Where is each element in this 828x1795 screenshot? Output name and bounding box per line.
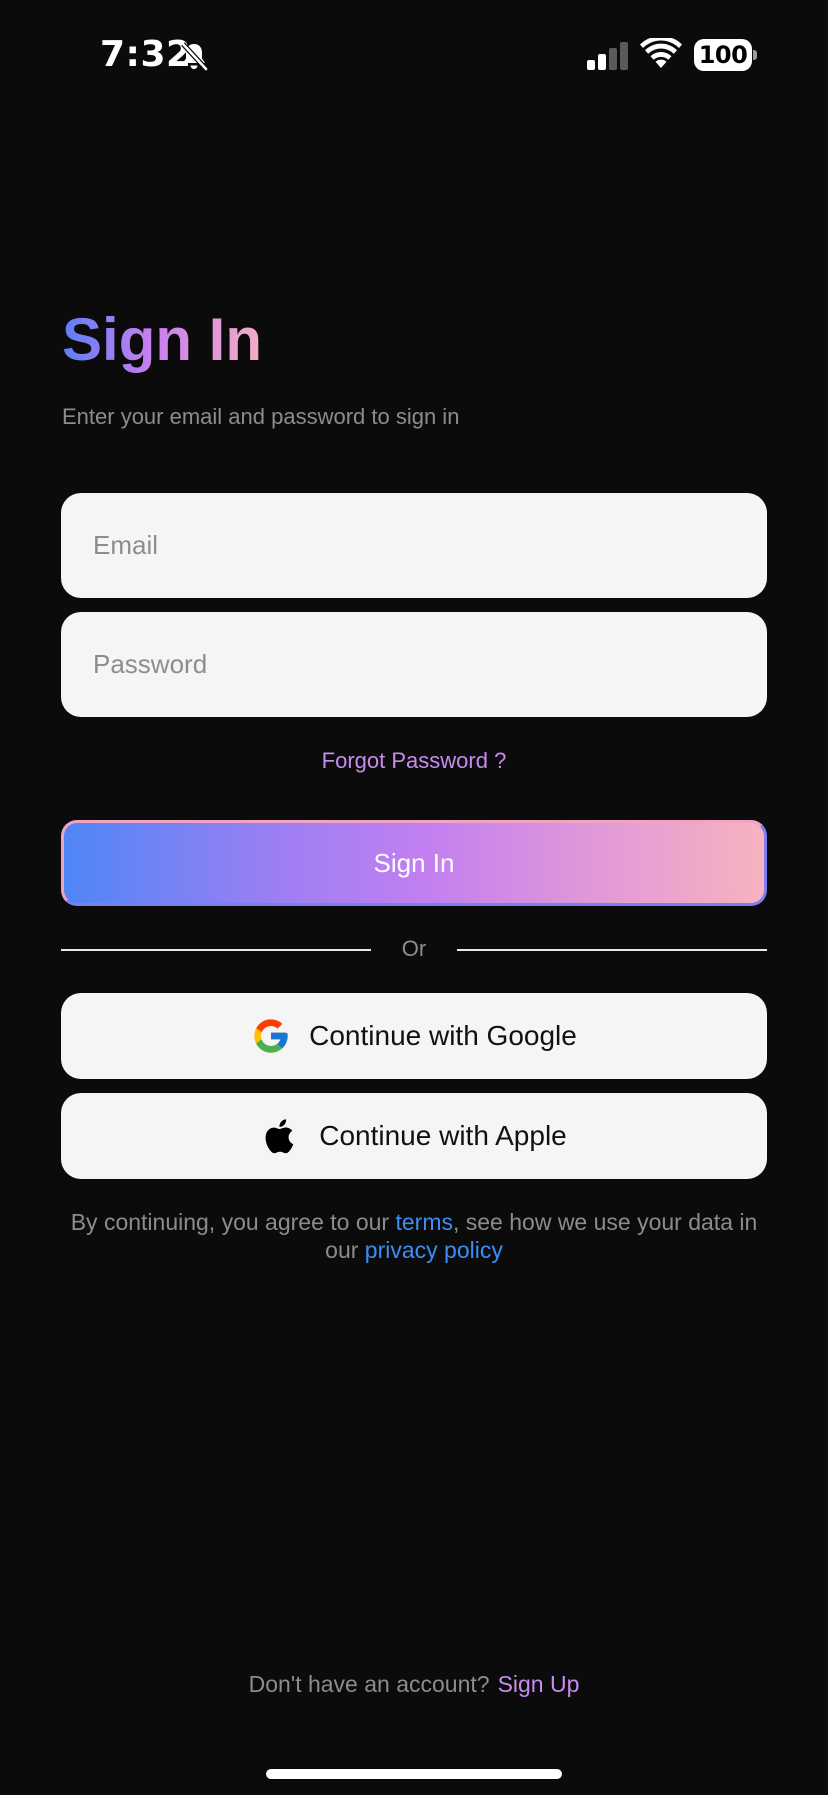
signup-prompt: Don't have an account? Sign Up bbox=[0, 1671, 828, 1698]
continue-with-google-button[interactable]: Continue with Google bbox=[61, 993, 767, 1079]
cellular-signal-icon bbox=[587, 42, 628, 70]
forgot-password-link[interactable]: Forgot Password ? bbox=[0, 748, 828, 774]
page-subtitle: Enter your email and password to sign in bbox=[62, 404, 460, 429]
apple-button-label: Continue with Apple bbox=[319, 1120, 567, 1151]
or-divider: Or bbox=[61, 934, 767, 964]
apple-logo-icon bbox=[265, 1119, 294, 1154]
email-input[interactable] bbox=[61, 493, 767, 598]
sign-up-link[interactable]: Sign Up bbox=[498, 1671, 580, 1697]
battery-level: 100 bbox=[694, 39, 752, 71]
divider-line-right bbox=[457, 949, 767, 951]
legal-notice: By continuing, you agree to our terms, s… bbox=[61, 1208, 767, 1264]
signup-prompt-text: Don't have an account? bbox=[248, 1671, 490, 1697]
google-logo-icon bbox=[254, 1019, 288, 1053]
password-input[interactable] bbox=[61, 612, 767, 717]
terms-link[interactable]: terms bbox=[395, 1209, 453, 1235]
continue-with-apple-button[interactable]: Continue with Apple bbox=[61, 1093, 767, 1179]
battery-icon: 100 bbox=[694, 39, 757, 71]
wifi-icon bbox=[640, 38, 682, 68]
privacy-policy-link[interactable]: privacy policy bbox=[365, 1237, 503, 1263]
home-indicator[interactable] bbox=[266, 1769, 562, 1779]
sign-in-button[interactable]: Sign In bbox=[61, 820, 767, 906]
bell-slash-icon bbox=[181, 42, 208, 71]
status-bar: 7:32 100 bbox=[0, 0, 828, 110]
page-title: Sign In bbox=[62, 306, 262, 373]
sign-in-screen: 7:32 100 Sign In Enter your email and pa… bbox=[0, 0, 828, 1795]
google-button-label: Continue with Google bbox=[309, 1020, 577, 1051]
legal-prefix: By continuing, you agree to our bbox=[70, 1209, 396, 1235]
battery-cap bbox=[753, 50, 757, 60]
